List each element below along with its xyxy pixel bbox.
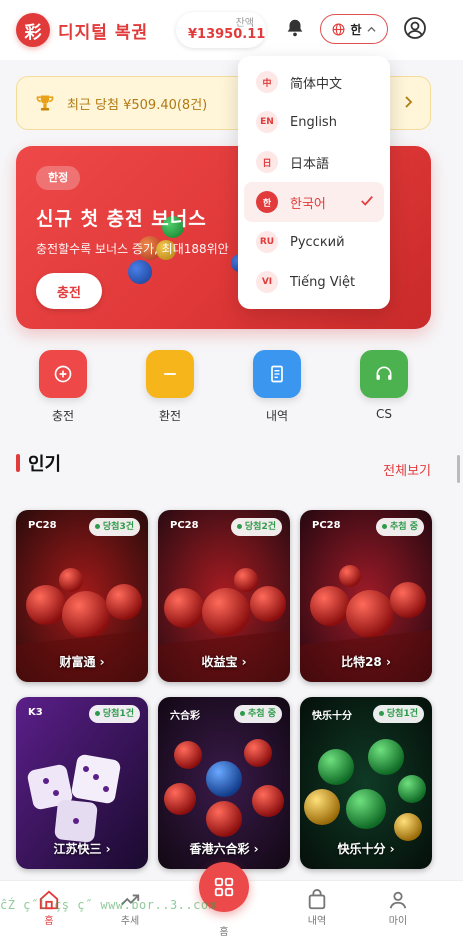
game-type: PC28 <box>312 520 341 531</box>
checkmark-icon <box>361 196 373 206</box>
document-icon <box>253 350 301 398</box>
grid-icon <box>214 877 234 897</box>
chevron-right-icon <box>405 96 413 108</box>
trophy-icon <box>36 95 54 111</box>
game-name: 香港六合彩 › <box>189 842 259 856</box>
watermark-text: ĉŹ ç˝ĺ çş ç˝ www.bor..3..com <box>0 898 217 912</box>
language-label: English <box>290 114 337 130</box>
minus-icon <box>146 350 194 398</box>
language-option-ru[interactable]: RU Русский <box>244 222 384 262</box>
game-status-badge: 당첨1건 <box>372 705 424 723</box>
top-header: 彩 디지털 복권 잔액 ¥13950.11 한 <box>0 0 463 60</box>
language-code-badge: 日 <box>256 151 278 173</box>
game-status-badge: 당첨1건 <box>88 705 140 723</box>
nav-label: 홈 <box>44 916 54 927</box>
game-name: 财富通 › <box>59 655 105 669</box>
bell-icon[interactable] <box>284 17 306 39</box>
language-label: Tiếng Việt <box>290 274 356 290</box>
nav-label: 마이 <box>388 916 408 927</box>
language-option-ko[interactable]: 한 한국어 <box>244 182 384 222</box>
quick-action-deposit[interactable]: 충전 <box>31 350 95 424</box>
nav-label: 내역 <box>307 916 327 927</box>
language-option-zh[interactable]: 中 简体中文 <box>244 62 384 102</box>
balance-value: ¥13950.11 <box>188 27 266 42</box>
quick-action-history[interactable]: 내역 <box>245 350 309 424</box>
game-name: 快乐十分 › <box>337 842 395 856</box>
plus-icon <box>39 350 87 398</box>
nav-history[interactable]: 내역 <box>292 888 342 927</box>
recent-wins-text: 최근 당첨 ¥509.40(8건) <box>67 97 208 113</box>
hero-subtitle: 충전할수록 보너스 증가, 최대188위안 <box>36 242 229 256</box>
game-status-badge: 추첨 중 <box>234 705 282 723</box>
language-label: 한국어 <box>290 196 326 212</box>
nav-label: 홈 <box>219 927 229 938</box>
profile-icon[interactable] <box>403 16 427 40</box>
language-code-badge: 한 <box>256 191 278 213</box>
quick-action-support[interactable]: CS <box>352 350 416 421</box>
language-option-ja[interactable]: 日 日本語 <box>244 142 384 182</box>
language-dropdown-menu: 中 简体中文 EN English 日 日本語 한 한국어 RU Русский… <box>238 56 390 309</box>
game-status-badge: 당첨2건 <box>230 518 282 536</box>
app-title: 디지털 복권 <box>58 22 149 43</box>
quick-action-withdraw[interactable]: 환전 <box>138 350 202 424</box>
user-icon <box>389 891 407 909</box>
quick-action-label: 환전 <box>158 409 182 423</box>
game-status-badge: 당첨3건 <box>88 518 140 536</box>
game-card[interactable]: 快乐十分 당첨1건 快乐十分 › <box>300 697 432 869</box>
game-card[interactable]: K3 당첨1건 江苏快三 › <box>16 697 148 869</box>
logo-char: 彩 <box>24 22 42 43</box>
language-current: 한 <box>350 22 362 37</box>
section-title-popular: 인기 <box>28 454 62 475</box>
chevron-up-icon <box>366 26 376 32</box>
globe-icon <box>333 23 345 35</box>
language-option-vi[interactable]: VI Tiếng Việt <box>244 262 384 302</box>
hero-deposit-button[interactable]: 충전 <box>36 273 102 309</box>
quick-action-label: CS <box>376 407 392 421</box>
language-label: Русский <box>290 234 345 250</box>
language-code-badge: RU <box>256 231 278 253</box>
game-card[interactable]: PC28 당첨3건 财富通 › <box>16 510 148 682</box>
game-card[interactable]: PC28 당첨2건 收益宝 › <box>158 510 290 682</box>
nav-center[interactable]: 홈 <box>199 923 249 938</box>
nav-label: 추세 <box>120 916 140 927</box>
language-label: 日本語 <box>290 156 330 172</box>
language-code-badge: VI <box>256 271 278 293</box>
balance-pill[interactable]: 잔액 ¥13950.11 <box>176 12 266 48</box>
game-type: PC28 <box>28 520 57 531</box>
game-name: 收益宝 › <box>201 655 247 669</box>
game-type: PC28 <box>170 520 199 531</box>
language-label: 简体中文 <box>290 76 343 92</box>
language-switcher-button[interactable]: 한 <box>320 14 388 44</box>
hero-title: 신규 첫 충전 보너스 <box>36 208 207 230</box>
game-card[interactable]: PC28 추첨 중 比特28 › <box>300 510 432 682</box>
game-type: 六合彩 <box>170 711 200 722</box>
game-type: 快乐十分 <box>312 711 352 722</box>
game-status-badge: 추첨 중 <box>376 518 424 536</box>
scrollbar-thumb[interactable] <box>457 455 460 483</box>
bag-icon <box>308 889 326 910</box>
quick-action-label: 충전 <box>51 409 75 423</box>
game-name: 比特28 › <box>341 655 391 669</box>
quick-action-label: 내역 <box>265 409 289 423</box>
logo-badge: 彩 <box>16 13 50 47</box>
nav-mine[interactable]: 마이 <box>373 888 423 927</box>
limited-tag: 한정 <box>36 166 81 190</box>
game-type: K3 <box>28 707 43 718</box>
game-name: 江苏快三 › <box>53 842 111 856</box>
headset-icon <box>360 350 408 398</box>
section-accent-bar <box>16 454 20 472</box>
language-option-en[interactable]: EN English <box>244 102 384 142</box>
ball-decoration <box>128 260 152 284</box>
see-all-link[interactable]: 전체보기 <box>383 460 431 479</box>
language-code-badge: 中 <box>256 71 278 93</box>
game-card[interactable]: 六合彩 추첨 중 香港六合彩 › <box>158 697 290 869</box>
language-code-badge: EN <box>256 111 278 133</box>
